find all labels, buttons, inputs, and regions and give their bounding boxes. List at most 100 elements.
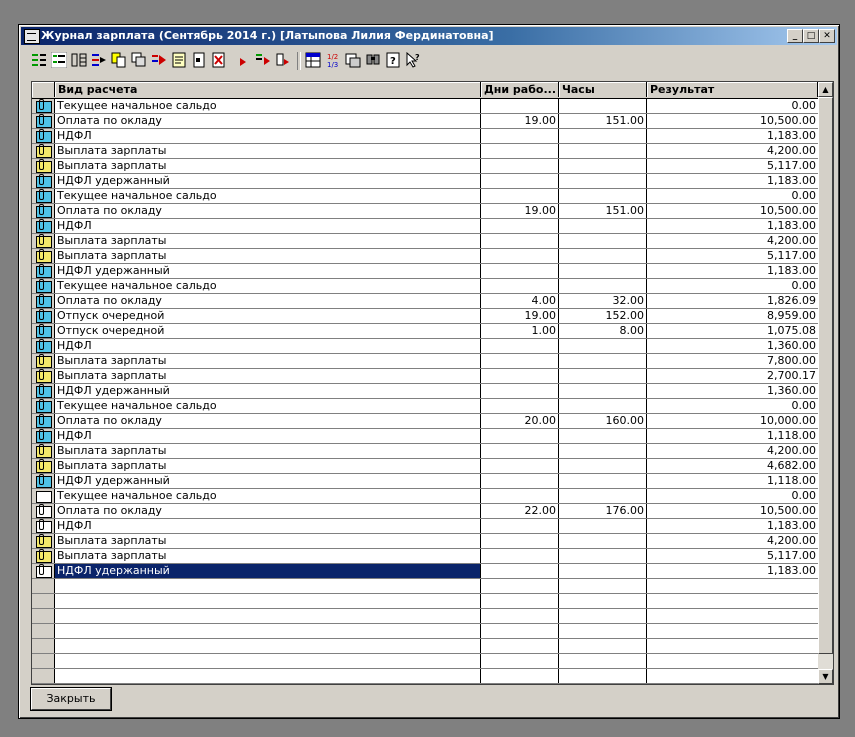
cell-hours[interactable] (559, 639, 647, 653)
cell-calc-type[interactable]: Выплата зарплаты (55, 549, 481, 563)
cell-calc-type[interactable]: НДФЛ удержанный (55, 564, 481, 578)
cell-hours[interactable] (559, 549, 647, 563)
row-indicator[interactable] (32, 429, 55, 443)
cell-result[interactable] (647, 639, 818, 653)
row-indicator[interactable] (32, 549, 55, 563)
move-right-icon[interactable] (91, 52, 107, 68)
cell-calc-type[interactable]: Выплата зарплаты (55, 144, 481, 158)
cell-hours[interactable]: 8.00 (559, 324, 647, 338)
row-indicator[interactable] (32, 384, 55, 398)
cell-calc-type[interactable] (55, 669, 481, 683)
empty-row[interactable] (32, 579, 818, 594)
scroll-thumb[interactable] (818, 97, 833, 654)
row-indicator[interactable] (32, 234, 55, 248)
cell-result[interactable]: 7,800.00 (647, 354, 818, 368)
close-window-button[interactable]: ✕ (819, 29, 835, 43)
cell-days[interactable] (481, 579, 559, 593)
row-indicator[interactable] (32, 519, 55, 533)
row-indicator[interactable] (32, 654, 55, 668)
cell-result[interactable]: 1,118.00 (647, 474, 818, 488)
search-icon[interactable] (365, 52, 381, 68)
row-indicator[interactable] (32, 414, 55, 428)
cell-hours[interactable] (559, 579, 647, 593)
row-indicator[interactable] (32, 99, 55, 113)
row-indicator[interactable] (32, 144, 55, 158)
cell-result[interactable]: 1,075.08 (647, 324, 818, 338)
row-indicator[interactable] (32, 309, 55, 323)
table-row[interactable]: Текущее начальное сальдо 0.00 (32, 399, 818, 414)
empty-row[interactable] (32, 624, 818, 639)
cell-result[interactable]: 4,200.00 (647, 444, 818, 458)
cell-result[interactable]: 0.00 (647, 99, 818, 113)
cell-result[interactable] (647, 684, 818, 685)
cell-result[interactable]: 1,826.09 (647, 294, 818, 308)
table-row[interactable]: Текущее начальное сальдо 0.00 (32, 489, 818, 504)
cell-days[interactable] (481, 189, 559, 203)
cell-result[interactable]: 5,117.00 (647, 249, 818, 263)
cell-hours[interactable]: 151.00 (559, 114, 647, 128)
cell-days[interactable] (481, 339, 559, 353)
row-indicator[interactable] (32, 594, 55, 608)
row-indicator[interactable] (32, 669, 55, 683)
cell-days[interactable]: 1.00 (481, 324, 559, 338)
table-row[interactable]: НДФЛ удержанный 1,360.00 (32, 384, 818, 399)
cell-days[interactable] (481, 264, 559, 278)
table-row[interactable]: Отпуск очередной 19.00 152.00 8,959.00 (32, 309, 818, 324)
cell-days[interactable]: 19.00 (481, 309, 559, 323)
cell-result[interactable]: 4,200.00 (647, 534, 818, 548)
row-indicator[interactable] (32, 399, 55, 413)
cell-result[interactable]: 10,500.00 (647, 204, 818, 218)
cell-hours[interactable] (559, 654, 647, 668)
note-icon[interactable] (171, 52, 187, 68)
empty-row[interactable] (32, 654, 818, 669)
cell-result[interactable] (647, 594, 818, 608)
cell-days[interactable] (481, 369, 559, 383)
scroll-down-button[interactable]: ▼ (818, 669, 833, 684)
cell-result[interactable]: 1,183.00 (647, 129, 818, 143)
table-row[interactable]: Оплата по окладу 22.00 176.00 10,500.00 (32, 504, 818, 519)
cell-calc-type[interactable]: Текущее начальное сальдо (55, 399, 481, 413)
row-indicator[interactable] (32, 174, 55, 188)
cell-hours[interactable] (559, 384, 647, 398)
cell-days[interactable] (481, 549, 559, 563)
cell-result[interactable]: 4,200.00 (647, 144, 818, 158)
title-bar[interactable]: Журнал зарплата (Сентябрь 2014 г.) [Латы… (21, 27, 837, 45)
cell-calc-type[interactable] (55, 609, 481, 623)
cell-hours[interactable] (559, 174, 647, 188)
table-row[interactable]: Выплата зарплаты 2,700.17 (32, 369, 818, 384)
cell-calc-type[interactable]: Отпуск очередной (55, 309, 481, 323)
vertical-scrollbar[interactable]: ▲ ▼ (818, 82, 833, 684)
cell-result[interactable]: 0.00 (647, 189, 818, 203)
row-indicator[interactable] (32, 684, 55, 685)
cell-days[interactable] (481, 669, 559, 683)
row-indicator[interactable] (32, 354, 55, 368)
cell-days[interactable] (481, 519, 559, 533)
header-days[interactable]: Дни рабо... (481, 82, 559, 97)
table-row[interactable]: Выплата зарплаты 5,117.00 (32, 249, 818, 264)
cell-calc-type[interactable]: Оплата по окладу (55, 204, 481, 218)
cell-calc-type[interactable]: НДФЛ удержанный (55, 264, 481, 278)
cell-days[interactable] (481, 474, 559, 488)
cell-hours[interactable] (559, 264, 647, 278)
empty-row[interactable] (32, 639, 818, 654)
cell-days[interactable] (481, 444, 559, 458)
cell-hours[interactable] (559, 489, 647, 503)
table-row[interactable]: НДФЛ 1,183.00 (32, 519, 818, 534)
delete-doc-icon[interactable] (211, 52, 227, 68)
cell-hours[interactable] (559, 99, 647, 113)
cell-days[interactable]: 19.00 (481, 204, 559, 218)
row-indicator[interactable] (32, 504, 55, 518)
table-row[interactable]: Выплата зарплаты 5,117.00 (32, 549, 818, 564)
cell-calc-type[interactable]: НДФЛ удержанный (55, 384, 481, 398)
row-indicator[interactable] (32, 624, 55, 638)
table-row[interactable]: Выплата зарплаты 4,682.00 (32, 459, 818, 474)
empty-row[interactable] (32, 594, 818, 609)
row-indicator[interactable] (32, 324, 55, 338)
cell-result[interactable]: 1,118.00 (647, 429, 818, 443)
cell-result[interactable]: 10,000.00 (647, 414, 818, 428)
cell-calc-type[interactable]: Выплата зарплаты (55, 444, 481, 458)
row-indicator[interactable] (32, 534, 55, 548)
cell-days[interactable]: 22.00 (481, 504, 559, 518)
row-indicator[interactable] (32, 264, 55, 278)
cell-calc-type[interactable]: Оплата по окладу (55, 504, 481, 518)
